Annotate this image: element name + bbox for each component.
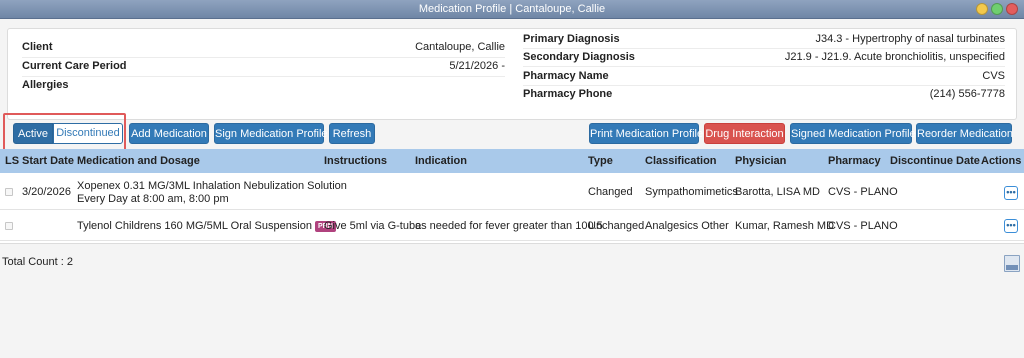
reorder-medication-button[interactable]: Reorder Medication — [916, 123, 1013, 144]
secondary-diagnosis-value: J21.9 - J21.9. Acute bronchiolitis, unsp… — [784, 51, 1005, 63]
signed-medication-profiles-button[interactable]: Signed Medication Profiles — [790, 123, 921, 144]
type-cell: Changed — [588, 186, 633, 198]
physician-cell: Barotta, LISA MD — [735, 186, 820, 198]
classification-cell: Analgesics Other — [645, 220, 729, 232]
client-row: Client Cantaloupe, Callie — [22, 38, 505, 56]
minimize-icon[interactable] — [976, 3, 988, 15]
client-value: Cantaloupe, Callie — [415, 41, 505, 53]
pharmacy-phone-value: (214) 556-7778 — [929, 88, 1005, 100]
secondary-diagnosis-row: Secondary Diagnosis J21.9 - J21.9. Acute… — [523, 48, 1005, 66]
sign-medication-profile-button[interactable]: Sign Medication Profile — [214, 123, 328, 144]
pharmacy-phone-label: Pharmacy Phone — [523, 88, 613, 100]
header-classification[interactable]: Classification — [645, 149, 717, 173]
client-label: Client — [22, 41, 53, 53]
close-icon[interactable] — [1006, 3, 1018, 15]
window-controls — [976, 3, 1018, 15]
medication-name: Tylenol Childrens 160 MG/5ML Oral Suspen… — [77, 220, 312, 232]
total-count: Total Count : 2 — [2, 256, 73, 268]
ls-checkbox[interactable] — [5, 188, 13, 196]
table-header: LS Start Date Medication and Dosage Inst… — [0, 149, 1024, 173]
header-ls: LS — [5, 155, 20, 167]
primary-diagnosis-value: J34.3 - Hypertrophy of nasal turbinates — [815, 33, 1005, 45]
header-discontinue-date[interactable]: Discontinue Date — [890, 149, 980, 173]
more-actions-icon[interactable]: ••• — [1004, 186, 1018, 200]
allergies-label: Allergies — [22, 79, 69, 91]
header-type[interactable]: Type — [588, 149, 613, 173]
primary-diagnosis-row: Primary Diagnosis J34.3 - Hypertrophy of… — [523, 30, 1005, 48]
header-indication[interactable]: Indication — [415, 149, 467, 173]
care-period-value: 5/21/2026 - — [449, 60, 505, 72]
care-period-row: Current Care Period 5/21/2026 - — [22, 57, 505, 75]
pharmacy-name-label: Pharmacy Name — [523, 70, 609, 82]
header-instructions[interactable]: Instructions — [324, 149, 387, 173]
header-actions: Actions — [981, 155, 1022, 167]
pharmacy-cell: CVS - PLANO — [828, 220, 898, 232]
add-medication-button[interactable]: Add Medication — [129, 123, 209, 144]
secondary-diagnosis-label: Secondary Diagnosis — [523, 51, 635, 63]
window-title: Medication Profile | Cantaloupe, Callie — [418, 3, 606, 15]
indication-cell: as needed for fever greater than 100.5 — [415, 220, 603, 232]
type-cell: Unchanged — [588, 220, 645, 232]
header-physician[interactable]: Physician — [735, 149, 786, 173]
header-pharmacy[interactable]: Pharmacy — [828, 149, 881, 173]
pharmacy-cell: CVS - PLANO — [828, 186, 898, 198]
drug-interaction-button[interactable]: Drug Interaction — [704, 123, 785, 144]
primary-diagnosis-label: Primary Diagnosis — [523, 33, 620, 45]
care-period-label: Current Care Period — [22, 60, 127, 72]
classification-cell: Sympathomimetics — [645, 186, 738, 198]
table-row[interactable]: 3/20/2026 Xopenex 0.31 MG/3ML Inhalation… — [0, 174, 1024, 210]
refresh-button[interactable]: Refresh — [329, 123, 375, 144]
header-medication[interactable]: Medication and Dosage — [77, 149, 200, 173]
more-actions-icon[interactable]: ••• — [1004, 219, 1018, 233]
maximize-icon[interactable] — [991, 3, 1003, 15]
window-content: Client Cantaloupe, Callie Current Care P… — [0, 19, 1024, 358]
print-medication-profile-button[interactable]: Print Medication Profile — [589, 123, 703, 144]
allergies-row: Allergies — [22, 76, 505, 94]
instructions-cell: Give 5ml via G-tube — [324, 220, 422, 232]
pharmacy-name-row: Pharmacy Name CVS — [523, 67, 1005, 85]
pharmacy-phone-row: Pharmacy Phone (214) 556-7778 — [523, 85, 1005, 103]
physician-cell: Kumar, Ramesh MD — [735, 220, 835, 232]
start-date-cell: 3/20/2026 — [22, 186, 71, 198]
medication-name: Xopenex 0.31 MG/3ML Inhalation Nebulizat… — [77, 180, 347, 192]
medication-table: LS Start Date Medication and Dosage Inst… — [0, 149, 1024, 244]
header-start-date[interactable]: Start Date — [22, 149, 74, 173]
pharmacy-name-value: CVS — [982, 70, 1005, 82]
ls-checkbox[interactable] — [5, 222, 13, 230]
table-row[interactable]: Tylenol Childrens 160 MG/5ML Oral Suspen… — [0, 211, 1024, 241]
active-toggle-button[interactable]: Active — [13, 123, 53, 144]
medication-name-cell: Tylenol Childrens 160 MG/5ML Oral Suspen… — [77, 220, 336, 232]
medication-schedule: Every Day at 8:00 am, 8:00 pm — [77, 193, 229, 205]
export-excel-icon[interactable] — [1004, 255, 1020, 272]
client-info-panel: Client Cantaloupe, Callie Current Care P… — [7, 28, 1017, 120]
discontinued-toggle-button[interactable]: Discontinued — [53, 123, 123, 144]
window-titlebar: Medication Profile | Cantaloupe, Callie — [0, 0, 1024, 19]
